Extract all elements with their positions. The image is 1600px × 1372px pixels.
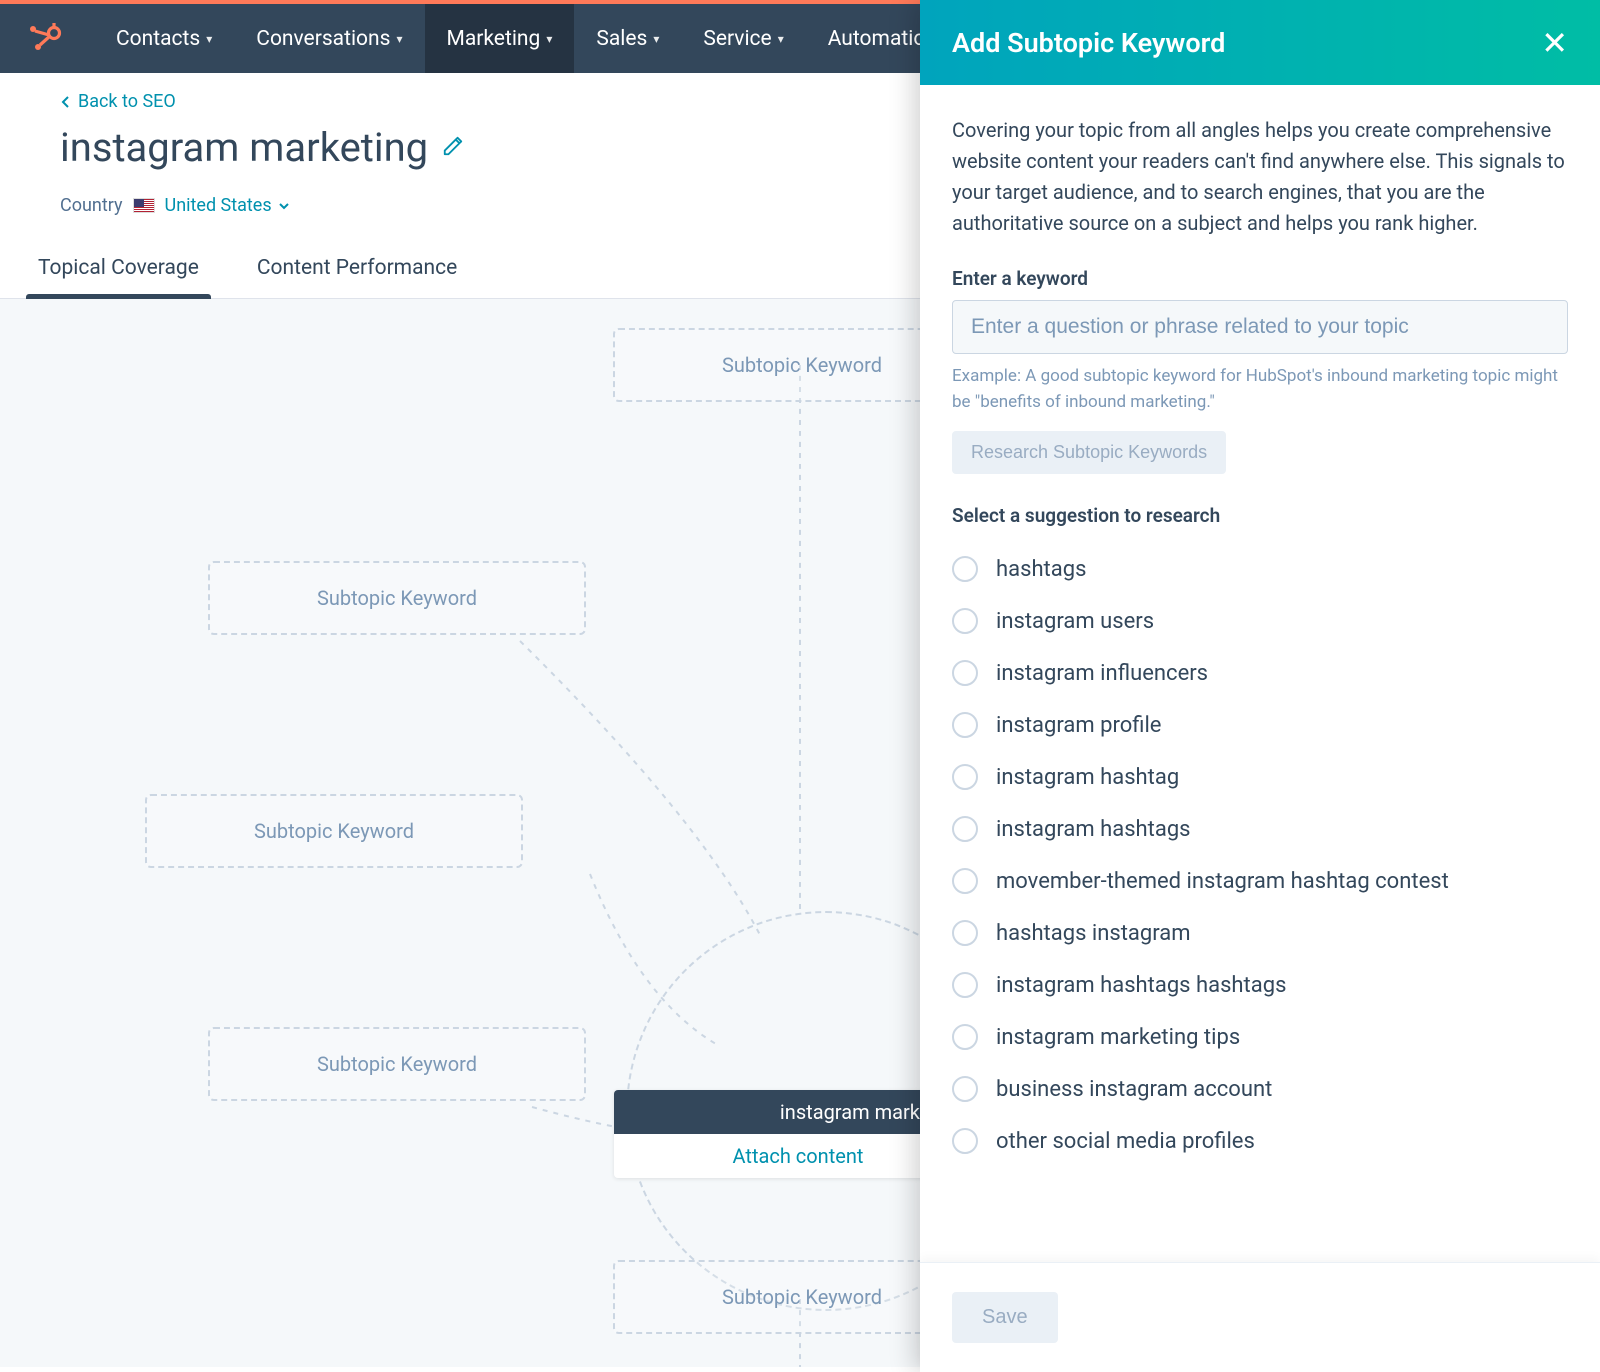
nav-item-conversations[interactable]: Conversations ▾: [234, 4, 424, 73]
nav-item-contacts[interactable]: Contacts ▾: [94, 4, 234, 73]
suggestion-option[interactable]: instagram users: [952, 595, 1568, 647]
suggestion-label: movember-themed instagram hashtag contes…: [996, 869, 1449, 894]
suggestion-label: hashtags instagram: [996, 921, 1191, 946]
suggestion-label: other social media profiles: [996, 1129, 1255, 1154]
subtopic-placeholder: Subtopic Keyword: [722, 1285, 882, 1309]
nav-item-marketing[interactable]: Marketing ▾: [425, 4, 575, 73]
subtopic-placeholder: Subtopic Keyword: [254, 819, 414, 843]
tab-topical-coverage[interactable]: Topical Coverage: [34, 242, 203, 298]
panel-title: Add Subtopic Keyword: [952, 27, 1225, 59]
suggestion-label: instagram hashtags hashtags: [996, 973, 1286, 998]
suggestion-label: business instagram account: [996, 1077, 1272, 1102]
subtopic-slot[interactable]: Subtopic Keyword: [208, 561, 586, 635]
chevron-down-icon: ▾: [396, 32, 402, 46]
country-value-text: United States: [165, 195, 272, 216]
suggestion-option[interactable]: instagram profile: [952, 699, 1568, 751]
radio-icon: [952, 556, 978, 582]
suggestion-option[interactable]: hashtags: [952, 543, 1568, 595]
suggestion-label: instagram hashtags: [996, 817, 1191, 842]
keyword-example-text: Example: A good subtopic keyword for Hub…: [952, 364, 1568, 415]
page-title: instagram marketing: [60, 124, 428, 171]
radio-icon: [952, 660, 978, 686]
radio-icon: [952, 1076, 978, 1102]
suggestion-option[interactable]: business instagram account: [952, 1063, 1568, 1115]
tab-content-performance[interactable]: Content Performance: [253, 242, 461, 298]
suggestion-option[interactable]: instagram hashtags: [952, 803, 1568, 855]
radio-icon: [952, 972, 978, 998]
subtopic-slot[interactable]: Subtopic Keyword: [145, 794, 523, 868]
nav-item-service[interactable]: Service ▾: [681, 4, 805, 73]
nav-item-label: Marketing: [447, 27, 541, 51]
subtopic-placeholder: Subtopic Keyword: [317, 586, 477, 610]
keyword-input-label: Enter a keyword: [952, 267, 1568, 290]
add-subtopic-panel: Add Subtopic Keyword ✕ Covering your top…: [920, 0, 1600, 1372]
nav-item-label: Service: [703, 27, 771, 51]
chevron-down-icon: [278, 200, 290, 212]
suggestion-option[interactable]: movember-themed instagram hashtag contes…: [952, 855, 1568, 907]
suggestion-label: instagram influencers: [996, 661, 1208, 686]
country-selector[interactable]: United States: [165, 195, 290, 216]
close-icon[interactable]: ✕: [1541, 27, 1568, 59]
back-to-seo-link[interactable]: Back to SEO: [60, 91, 176, 112]
save-button[interactable]: Save: [952, 1292, 1058, 1343]
suggestion-option[interactable]: instagram influencers: [952, 647, 1568, 699]
chevron-down-icon: ▾: [653, 32, 659, 46]
suggestion-option[interactable]: instagram hashtags hashtags: [952, 959, 1568, 1011]
suggestion-label: instagram hashtag: [996, 765, 1179, 790]
subtopic-slot[interactable]: Subtopic Keyword: [208, 1027, 586, 1101]
subtopic-placeholder: Subtopic Keyword: [722, 353, 882, 377]
suggestion-label: instagram profile: [996, 713, 1161, 738]
back-link-label: Back to SEO: [78, 91, 176, 112]
radio-icon: [952, 608, 978, 634]
nav-item-label: Conversations: [256, 27, 390, 51]
nav-item-sales[interactable]: Sales ▾: [574, 4, 681, 73]
panel-description: Covering your topic from all angles help…: [952, 115, 1568, 239]
chevron-down-icon: ▾: [778, 32, 784, 46]
suggestion-label: instagram users: [996, 609, 1154, 634]
chevron-left-icon: [60, 96, 72, 108]
chevron-down-icon: ▾: [206, 32, 212, 46]
us-flag-icon: [133, 198, 155, 213]
suggestion-option[interactable]: instagram hashtag: [952, 751, 1568, 803]
radio-icon: [952, 868, 978, 894]
suggestion-option[interactable]: other social media profiles: [952, 1115, 1568, 1167]
research-subtopic-button[interactable]: Research Subtopic Keywords: [952, 431, 1226, 474]
keyword-input[interactable]: [952, 300, 1568, 354]
suggestion-heading: Select a suggestion to research: [952, 504, 1568, 527]
suggestion-label: instagram marketing tips: [996, 1025, 1240, 1050]
hubspot-logo-icon: [28, 21, 64, 57]
radio-icon: [952, 764, 978, 790]
subtopic-placeholder: Subtopic Keyword: [317, 1052, 477, 1076]
nav-item-label: Sales: [596, 27, 647, 51]
radio-icon: [952, 1128, 978, 1154]
radio-icon: [952, 712, 978, 738]
radio-icon: [952, 1024, 978, 1050]
country-label: Country: [60, 195, 123, 216]
edit-pencil-icon[interactable]: [442, 135, 464, 161]
suggestion-label: hashtags: [996, 557, 1086, 582]
radio-icon: [952, 816, 978, 842]
radio-icon: [952, 920, 978, 946]
nav-item-label: Contacts: [116, 27, 200, 51]
suggestion-option[interactable]: hashtags instagram: [952, 907, 1568, 959]
chevron-down-icon: ▾: [546, 32, 552, 46]
suggestion-option[interactable]: instagram marketing tips: [952, 1011, 1568, 1063]
